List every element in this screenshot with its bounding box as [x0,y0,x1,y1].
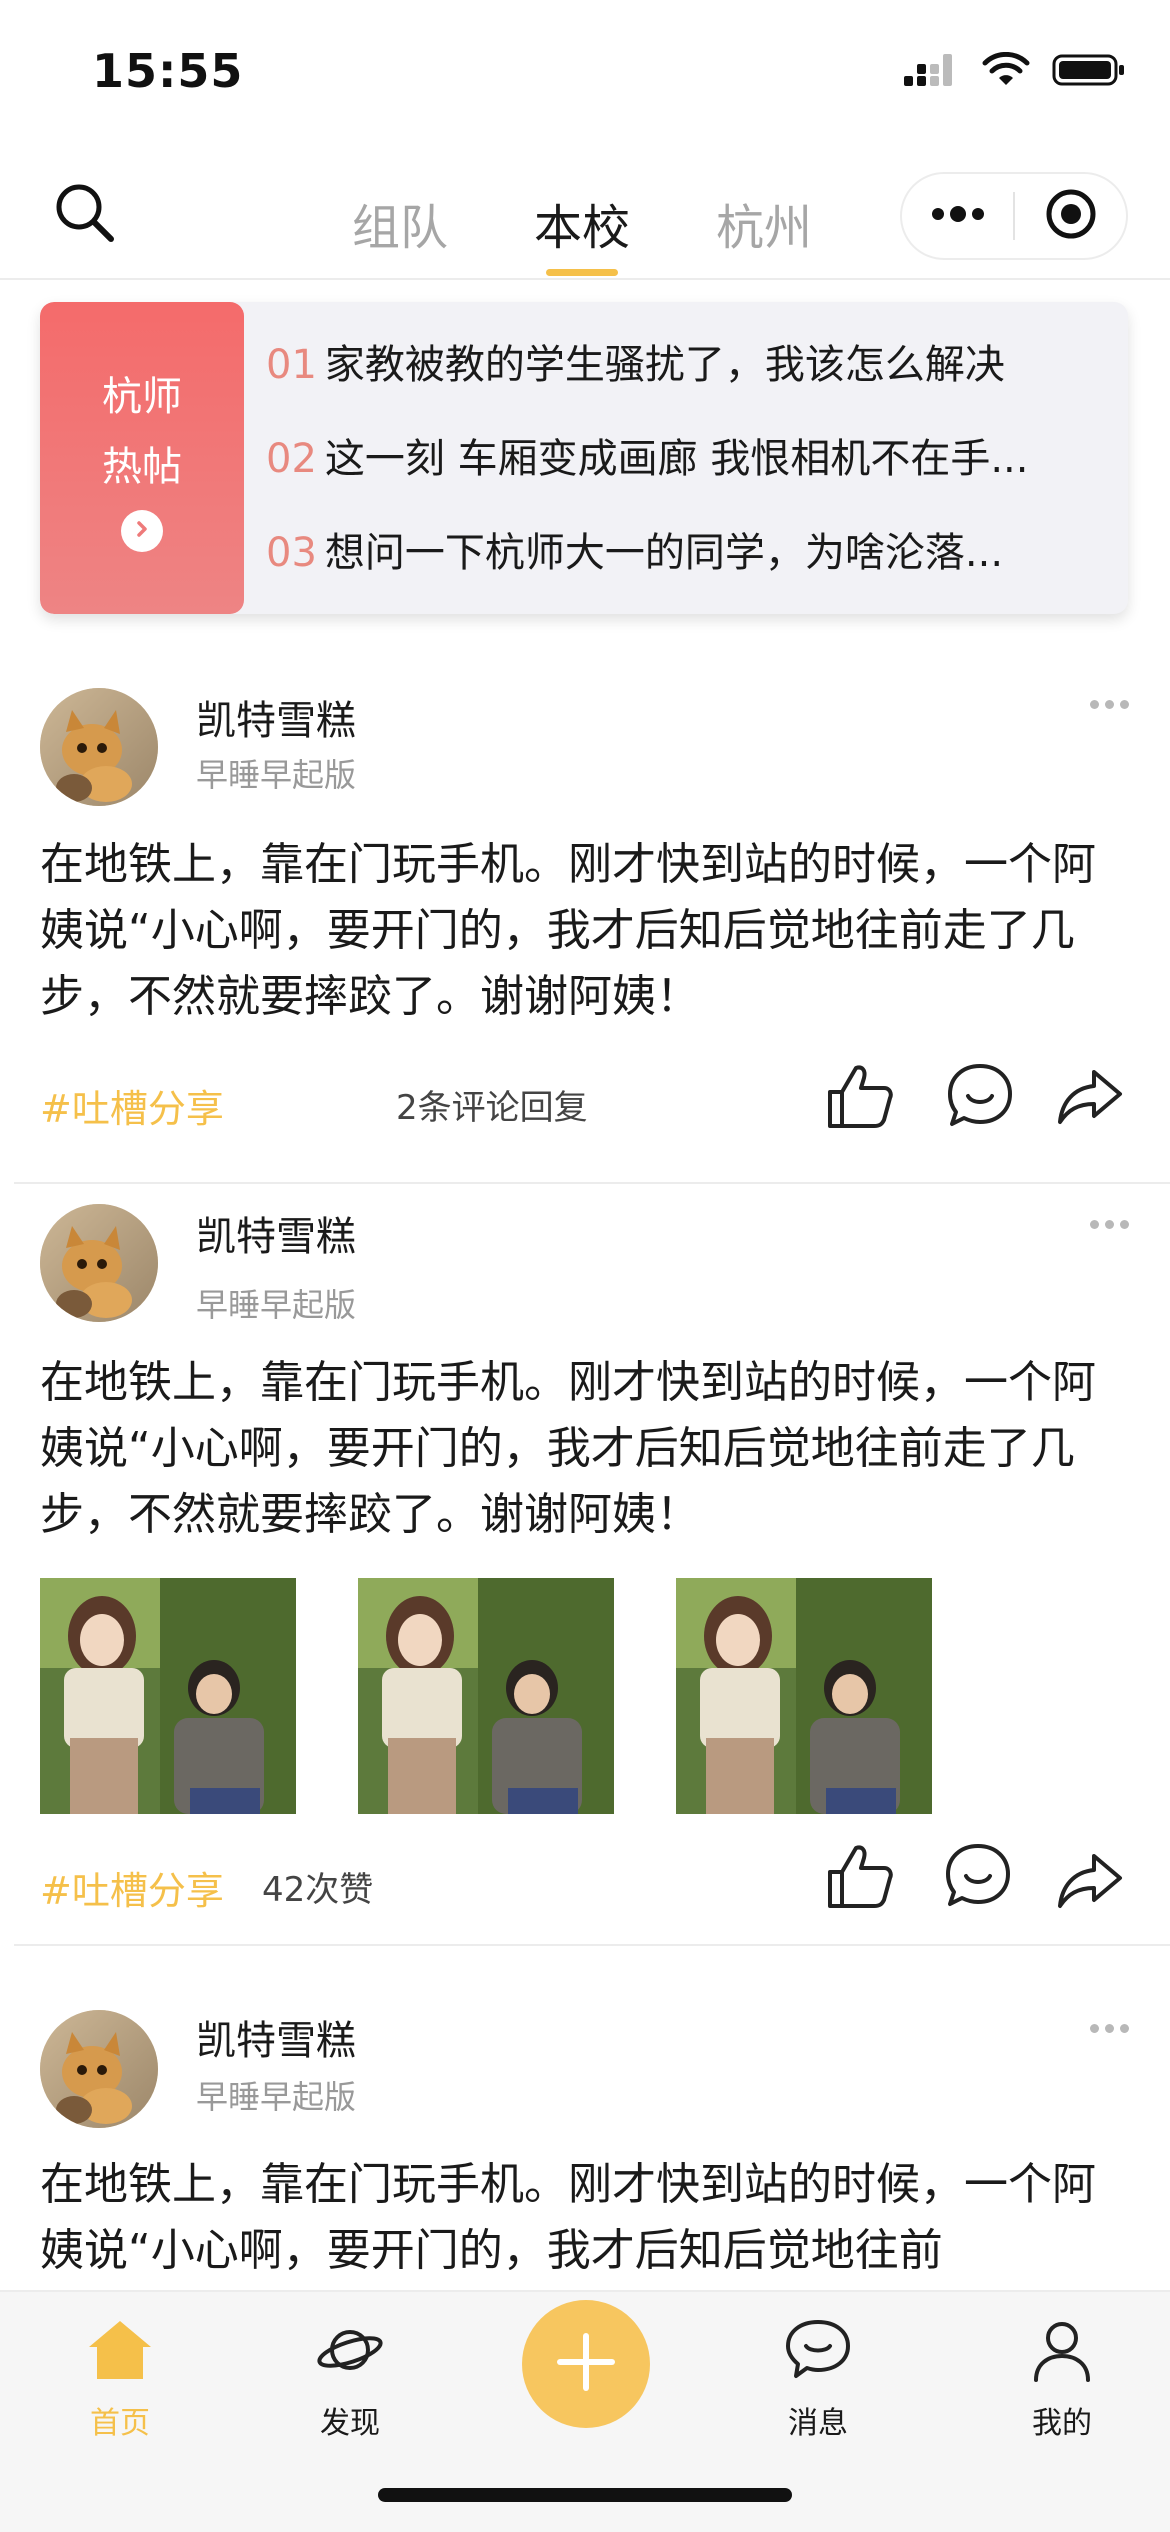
like-button[interactable] [820,1058,900,1138]
comment-button[interactable] [940,1058,1020,1138]
signal-icon [902,52,960,92]
hot-posts-more-button[interactable] [121,510,163,552]
search-icon [53,181,117,249]
post-divider [14,1944,1170,1946]
user-subtitle: 早睡早起版 [196,1286,357,1324]
comment-icon [942,1840,1014,1916]
tab-active-indicator [546,269,619,276]
tab-school-label: 本校 [534,200,631,256]
hot-post-item[interactable]: 01 家教被教的学生骚扰了，我该怎么解决 [266,332,1116,390]
post-divider [14,1182,1170,1184]
share-button[interactable] [1050,1058,1130,1138]
post-image[interactable] [676,1578,932,1814]
hot-post-rank: 01 [266,342,317,388]
hot-label-line1: 杭师 [102,374,182,420]
chevron-right-icon [132,519,152,543]
tab-home[interactable]: 首页 [60,2310,180,2442]
create-post-button[interactable] [522,2300,650,2428]
post-card[interactable]: 凯特雪糕 早睡早起版 在地铁上，靠在门玩手机。刚才快到站的时候，一个阿姨说“小心… [0,670,1170,1190]
tab-messages[interactable]: 消息 [758,2310,878,2442]
tab-discover[interactable]: 发现 [290,2310,410,2442]
post-card[interactable]: 凯特雪糕 早睡早起版 在地铁上，靠在门玩手机。刚才快到站的时候，一个阿姨说“小心… [0,1990,1170,2290]
hot-post-rank: 03 [266,530,317,576]
wifi-icon [982,51,1030,92]
like-button[interactable] [820,1838,900,1918]
target-icon [1044,187,1098,245]
user-subtitle: 早睡早起版 [196,756,357,794]
post-tag[interactable]: #吐槽分享 [40,1860,224,1915]
post-meta[interactable]: 2条评论回复 [396,1080,588,1129]
thumbs-up-icon [824,1840,896,1916]
hot-posts-card: 杭师 热帖 01 家教被教的学生骚扰了，我该怎么解决 02 这一刻 车厢变成画廊 我… [40,302,1128,614]
share-button[interactable] [1050,1842,1130,1922]
thumbs-up-icon [824,1060,896,1136]
tab-messages-label: 消息 [788,2406,848,2441]
post-body[interactable]: 在地铁上，靠在门玩手机。刚才快到站的时候，一个阿姨说“小心啊，要开门的，我才后知… [40,832,1130,1030]
post-body[interactable]: 在地铁上，靠在门玩手机。刚才快到站的时候，一个阿姨说“小心啊，要开门的，我才后知… [40,2152,1130,2284]
tab-team[interactable]: 组队 [352,188,448,258]
username[interactable]: 凯特雪糕 [196,1204,356,1262]
post-tag[interactable]: #吐槽分享 [40,1078,224,1133]
battery-icon [1052,52,1126,92]
share-icon [1054,1844,1126,1920]
tab-mine-label: 我的 [1032,2406,1092,2441]
username[interactable]: 凯特雪糕 [196,688,356,746]
search-button[interactable] [50,180,120,250]
home-indicator [378,2488,792,2502]
post-more-button[interactable] [1090,1216,1130,1232]
post-image[interactable] [40,1578,296,1814]
tab-discover-label: 发现 [320,2406,380,2441]
user-subtitle: 早睡早起版 [196,2078,357,2116]
hot-post-title: 想问一下杭师大一的同学，为啥沦落... [324,530,1004,576]
status-time: 15:55 [92,44,244,98]
username[interactable]: 凯特雪糕 [196,2008,356,2066]
plus-icon [554,2330,618,2398]
share-icon [1054,1060,1126,1136]
post-body[interactable]: 在地铁上，靠在门玩手机。刚才快到站的时候，一个阿姨说“小心啊，要开门的，我才后知… [40,1350,1130,1548]
top-nav: 组队 本校 杭州 [0,150,1170,280]
tab-school[interactable]: 本校 [534,188,631,276]
home-icon [80,2310,160,2390]
post-card[interactable]: 凯特雪糕 早睡早起版 在地铁上，靠在门玩手机。刚才快到站的时候，一个阿姨说“小心… [0,1190,1170,1950]
status-icons [902,51,1126,92]
hot-post-item[interactable]: 03 想问一下杭师大一的同学，为啥沦落... [266,520,1116,578]
hot-post-title: 家教被教的学生骚扰了，我该怎么解决 [324,342,1005,388]
more-dots-icon [928,204,988,228]
close-miniprogram-button[interactable] [1015,172,1126,260]
tab-hangzhou[interactable]: 杭州 [716,188,812,258]
post-more-button[interactable] [1090,696,1130,712]
tab-home-label: 首页 [90,2406,150,2441]
post-image[interactable] [358,1578,614,1814]
avatar[interactable] [40,2010,158,2128]
comment-button[interactable] [938,1838,1018,1918]
avatar[interactable] [40,1204,158,1322]
miniprogram-capsule [900,172,1128,260]
planet-icon [310,2310,390,2390]
hot-post-item[interactable]: 02 这一刻 车厢变成画廊 我恨相机不在手... [266,426,1116,484]
hot-post-title: 这一刻 车厢变成画廊 我恨相机不在手... [324,436,1029,482]
hot-posts-title: 杭师 热帖 [40,362,244,502]
tab-mine[interactable]: 我的 [1002,2310,1122,2442]
hot-label-line2: 热帖 [102,444,182,490]
hot-post-rank: 02 [266,436,317,482]
status-bar: 15:55 [0,0,1170,150]
hot-posts-label[interactable]: 杭师 热帖 [40,302,244,614]
message-icon [778,2310,858,2390]
comment-icon [944,1060,1016,1136]
avatar[interactable] [40,688,158,806]
post-meta[interactable]: 42次赞 [262,1862,373,1911]
post-more-button[interactable] [1090,2020,1130,2036]
user-icon [1022,2310,1102,2390]
more-menu-button[interactable] [902,172,1013,260]
